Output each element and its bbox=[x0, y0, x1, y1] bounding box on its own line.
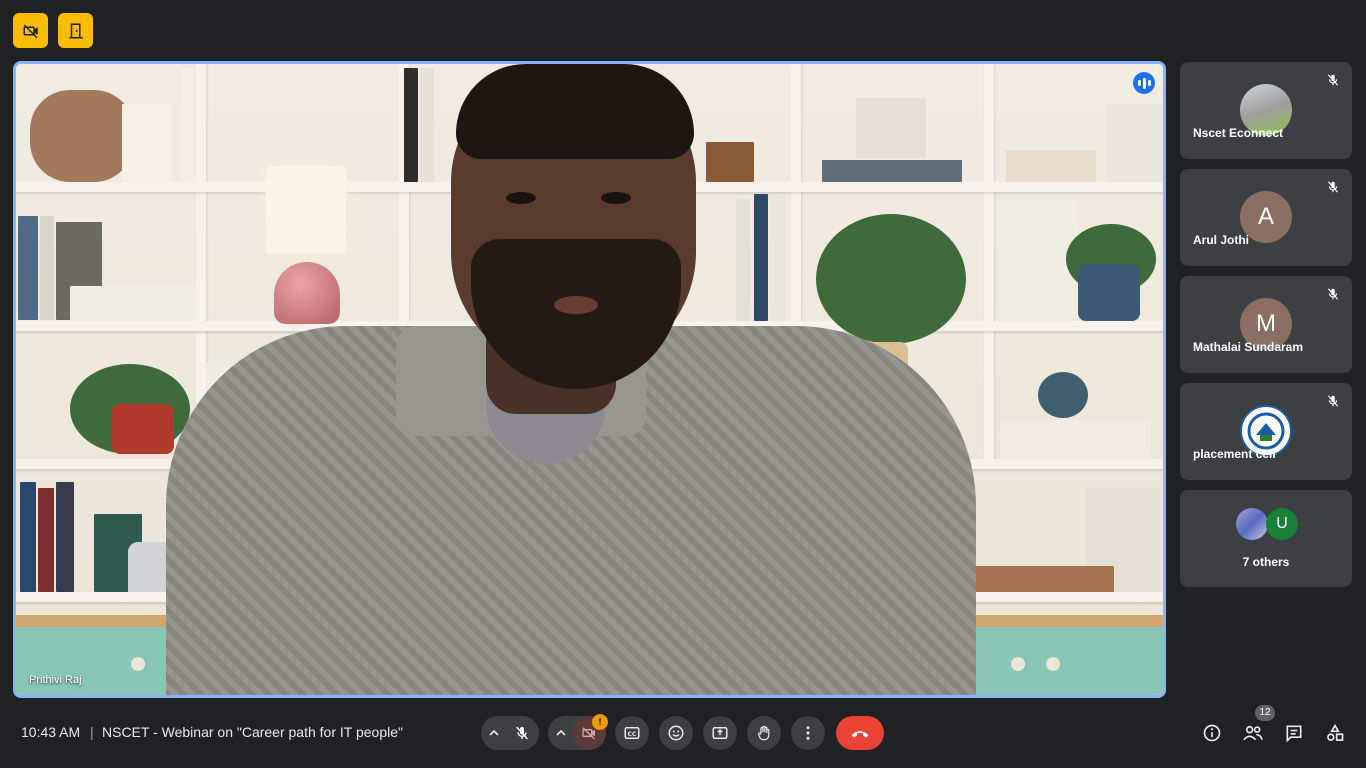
present-icon bbox=[712, 727, 728, 739]
lamp-shade bbox=[266, 166, 346, 254]
participant-tile[interactable]: Nscet Econnect bbox=[1180, 62, 1352, 159]
box-decor bbox=[1006, 150, 1096, 182]
activities-button[interactable] bbox=[1324, 722, 1346, 744]
hand-icon bbox=[758, 725, 770, 741]
raise-hand-button[interactable] bbox=[747, 716, 781, 750]
speaker-eye bbox=[601, 192, 631, 204]
book bbox=[181, 68, 195, 182]
participant-tile[interactable]: M Mathalai Sundaram bbox=[1180, 276, 1352, 373]
participant-name: Nscet Econnect bbox=[1193, 126, 1284, 140]
speaker-eye bbox=[506, 192, 536, 204]
mic-off-icon bbox=[1326, 180, 1340, 199]
plant bbox=[816, 214, 966, 344]
sculpture bbox=[856, 98, 926, 158]
emoji-icon bbox=[668, 725, 684, 741]
leave-call-button[interactable] bbox=[836, 716, 884, 750]
captions-button[interactable]: CC bbox=[615, 716, 649, 750]
chat-button[interactable] bbox=[1283, 722, 1305, 744]
others-tile[interactable]: U 7 others bbox=[1180, 490, 1352, 587]
book-stack bbox=[974, 566, 1114, 592]
cabinet-knob bbox=[1046, 657, 1060, 671]
speaker-mouth bbox=[554, 296, 598, 314]
chat-icon bbox=[1286, 725, 1302, 743]
chevron-up-icon bbox=[489, 729, 499, 736]
participant-count-badge: 12 bbox=[1255, 705, 1275, 721]
info-icon bbox=[1203, 724, 1221, 742]
people-button[interactable] bbox=[1242, 722, 1264, 744]
divider: | bbox=[90, 724, 94, 740]
camera-alert-badge: ! bbox=[592, 714, 608, 730]
clock: 10:43 AM bbox=[21, 724, 81, 740]
book-stack bbox=[70, 286, 196, 320]
plant-pot bbox=[112, 404, 174, 454]
book bbox=[20, 482, 36, 592]
video-options-button[interactable] bbox=[548, 716, 574, 750]
book bbox=[18, 216, 38, 320]
book bbox=[38, 488, 54, 592]
hang-up-icon bbox=[851, 731, 869, 738]
cabinet-knob bbox=[131, 657, 145, 671]
mic-off-icon bbox=[1326, 287, 1340, 306]
lamp-base bbox=[274, 262, 340, 324]
present-screen-button[interactable] bbox=[703, 716, 737, 750]
people-icon bbox=[1243, 725, 1263, 741]
camera-off-icon bbox=[23, 23, 38, 38]
book bbox=[40, 216, 54, 320]
others-label: 7 others bbox=[1242, 555, 1290, 569]
book bbox=[122, 104, 172, 182]
shelf-upright bbox=[791, 64, 801, 364]
mic-toggle-button[interactable] bbox=[505, 716, 539, 750]
book bbox=[404, 68, 418, 182]
book-stack bbox=[1000, 420, 1150, 460]
book bbox=[736, 199, 750, 321]
more-options-button[interactable] bbox=[791, 716, 825, 750]
participant-name: Arul Jothi bbox=[1193, 233, 1249, 247]
leave-room-button[interactable] bbox=[58, 13, 93, 48]
closed-captions-icon: CC bbox=[624, 727, 640, 739]
ceramic-bowl bbox=[1038, 372, 1088, 418]
book bbox=[1106, 104, 1163, 182]
book-stack bbox=[822, 160, 962, 182]
book bbox=[56, 482, 74, 592]
mic-off-icon bbox=[516, 726, 528, 740]
shapes-icon bbox=[1327, 723, 1344, 741]
participant-tile[interactable]: placement cell bbox=[1180, 383, 1352, 480]
participant-name: Mathalai Sundaram bbox=[1193, 340, 1304, 354]
book bbox=[754, 194, 768, 321]
vase bbox=[1078, 264, 1140, 321]
door-exit-icon bbox=[68, 23, 83, 38]
reactions-button[interactable] bbox=[659, 716, 693, 750]
shelf-upright bbox=[984, 64, 994, 464]
meeting-title: NSCET - Webinar on "Career path for IT p… bbox=[102, 724, 403, 740]
participant-name: placement cell bbox=[1193, 447, 1276, 461]
avatar-image bbox=[1236, 508, 1268, 540]
audio-options-button[interactable] bbox=[481, 716, 507, 750]
book bbox=[770, 194, 786, 321]
main-video-tile[interactable]: Prithivi Raj bbox=[13, 61, 1166, 698]
wooden-box bbox=[706, 142, 754, 182]
speaker-name-label: Prithivi Raj bbox=[29, 674, 82, 686]
svg-text:CC: CC bbox=[628, 731, 637, 738]
mic-off-icon bbox=[1326, 73, 1340, 92]
avatar: U bbox=[1266, 508, 1298, 540]
meeting-details-button[interactable] bbox=[1201, 722, 1223, 744]
chevron-up-icon bbox=[556, 729, 566, 736]
basket-decor bbox=[30, 90, 134, 182]
speaker-hair bbox=[456, 64, 694, 159]
book bbox=[420, 68, 434, 182]
cabinet-knob bbox=[1011, 657, 1025, 671]
more-vertical-icon bbox=[806, 726, 810, 740]
audio-bars-icon bbox=[1133, 72, 1155, 94]
participant-tile[interactable]: A Arul Jothi bbox=[1180, 169, 1352, 266]
mic-off-icon bbox=[1326, 394, 1340, 413]
camera-toggle-button[interactable] bbox=[13, 13, 48, 48]
